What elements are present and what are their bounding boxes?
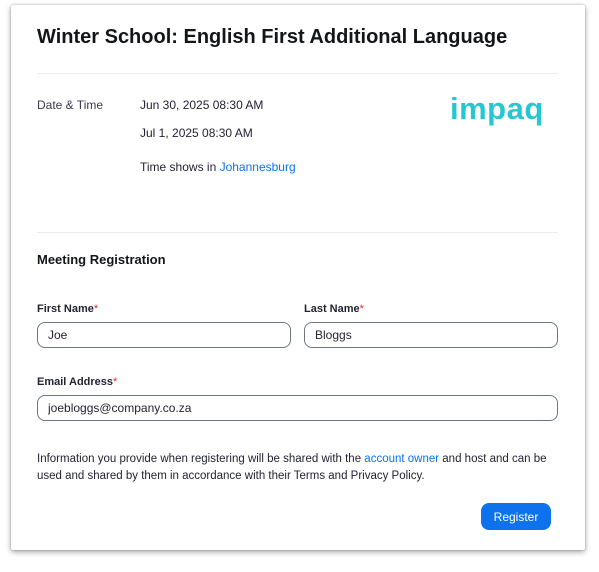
section-divider	[37, 232, 558, 233]
disclaimer-text-start: Information you provide when registering…	[37, 453, 365, 465]
timezone-prefix: Time shows in	[140, 160, 220, 174]
timezone-note: Time shows in Johannesburg	[140, 160, 296, 174]
required-asterisk: *	[93, 303, 99, 315]
date-time-label: Date & Time	[37, 98, 104, 112]
page-title: Winter School: English First Additional …	[37, 26, 508, 48]
registration-section-title: Meeting Registration	[37, 252, 166, 267]
last-name-input[interactable]	[304, 322, 558, 348]
occurrence-date-2: Jul 1, 2025 08:30 AM	[140, 126, 253, 140]
first-name-label: First Name*	[37, 303, 98, 315]
required-asterisk: *	[359, 303, 364, 315]
email-label: Email Address*	[37, 376, 117, 388]
first-name-label-text: First Name	[37, 303, 94, 315]
top-divider	[37, 73, 558, 74]
privacy-disclaimer: Information you provide when registering…	[37, 451, 561, 485]
registration-card: Winter School: English First Additional …	[11, 5, 585, 550]
required-asterisk: *	[113, 376, 118, 388]
last-name-label: Last Name*	[304, 303, 364, 315]
account-owner-link[interactable]: account owner	[364, 453, 439, 465]
impaq-logo: impaq	[450, 91, 544, 126]
occurrence-date-1: Jun 30, 2025 08:30 AM	[140, 98, 264, 112]
email-label-text: Email Address	[37, 376, 114, 388]
timezone-link[interactable]: Johannesburg	[220, 160, 296, 174]
register-button[interactable]: Register	[481, 503, 551, 530]
email-input[interactable]	[37, 395, 558, 421]
first-name-input[interactable]	[37, 322, 291, 348]
last-name-label-text: Last Name	[304, 303, 360, 315]
